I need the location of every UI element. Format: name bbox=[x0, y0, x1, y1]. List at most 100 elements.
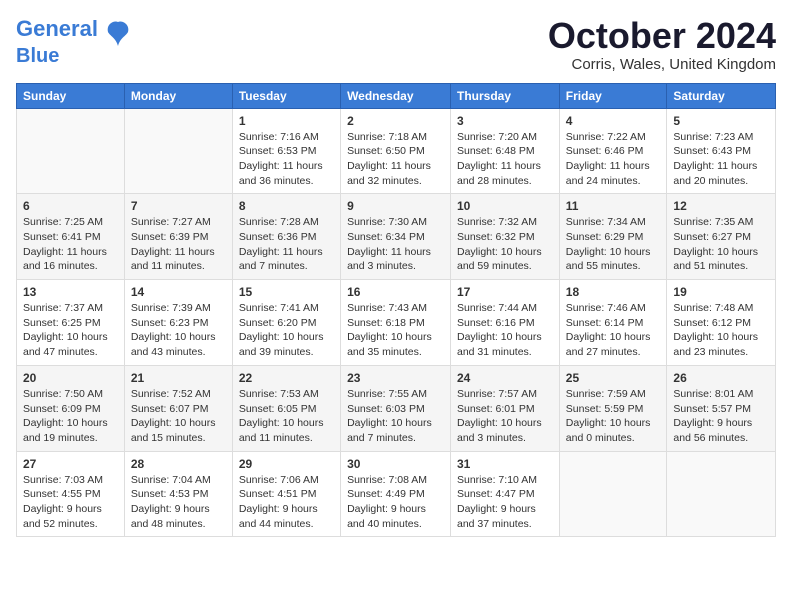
day-info: Sunrise: 8:01 AM Sunset: 5:57 PM Dayligh… bbox=[673, 387, 769, 446]
calendar-cell: 25 Sunrise: 7:59 AM Sunset: 5:59 PM Dayli… bbox=[559, 365, 667, 451]
day-number: 14 bbox=[131, 285, 226, 299]
day-info: Sunrise: 7:28 AM Sunset: 6:36 PM Dayligh… bbox=[239, 215, 334, 274]
calendar-cell bbox=[124, 108, 232, 194]
day-number: 18 bbox=[566, 285, 661, 299]
day-number: 16 bbox=[347, 285, 444, 299]
day-number: 29 bbox=[239, 457, 334, 471]
day-info: Sunrise: 7:37 AM Sunset: 6:25 PM Dayligh… bbox=[23, 301, 118, 360]
title-block: October 2024 Corris, Wales, United Kingd… bbox=[548, 16, 776, 73]
calendar-cell: 6Sunrise: 7:25 AM Sunset: 6:41 PM Daylig… bbox=[17, 194, 125, 280]
calendar-cell: 16Sunrise: 7:43 AM Sunset: 6:18 PM Dayli… bbox=[341, 280, 451, 366]
day-info: Sunrise: 7:50 AM Sunset: 6:09 PM Dayligh… bbox=[23, 387, 118, 446]
calendar-week-row: 13Sunrise: 7:37 AM Sunset: 6:25 PM Dayli… bbox=[17, 280, 776, 366]
calendar-cell: 21 Sunrise: 7:52 AM Sunset: 6:07 PM Dayli… bbox=[124, 365, 232, 451]
day-info: Sunrise: 7:30 AM Sunset: 6:34 PM Dayligh… bbox=[347, 215, 444, 274]
day-number: 4 bbox=[566, 114, 661, 128]
calendar-cell: 14 Sunrise: 7:39 AM Sunset: 6:23 PM Dayli… bbox=[124, 280, 232, 366]
calendar-week-row: 20 Sunrise: 7:50 AM Sunset: 6:09 PM Dayli… bbox=[17, 365, 776, 451]
calendar-week-row: 6Sunrise: 7:25 AM Sunset: 6:41 PM Daylig… bbox=[17, 194, 776, 280]
logo-blue: Blue bbox=[16, 45, 59, 67]
day-info: Sunrise: 7:44 AM Sunset: 6:16 PM Dayligh… bbox=[457, 301, 553, 360]
day-number: 19 bbox=[673, 285, 769, 299]
calendar-cell: 1 Sunrise: 7:16 AM Sunset: 6:53 PM Daylig… bbox=[232, 108, 340, 194]
day-info: Sunrise: 7:10 AM Sunset: 4:47 PM Dayligh… bbox=[457, 473, 553, 532]
day-info: Sunrise: 7:08 AM Sunset: 4:49 PM Dayligh… bbox=[347, 473, 444, 532]
header-sunday: Sunday bbox=[17, 83, 125, 108]
logo-general: General bbox=[16, 16, 98, 41]
day-info: Sunrise: 7:53 AM Sunset: 6:05 PM Dayligh… bbox=[239, 387, 334, 446]
calendar-cell: 3 Sunrise: 7:20 AM Sunset: 6:48 PM Daylig… bbox=[451, 108, 560, 194]
logo: General Blue bbox=[16, 16, 134, 68]
calendar-table: SundayMondayTuesdayWednesdayThursdayFrid… bbox=[16, 83, 776, 538]
location: Corris, Wales, United Kingdom bbox=[548, 56, 776, 73]
calendar-cell: 29 Sunrise: 7:06 AM Sunset: 4:51 PM Dayli… bbox=[232, 451, 340, 537]
day-info: Sunrise: 7:55 AM Sunset: 6:03 PM Dayligh… bbox=[347, 387, 444, 446]
calendar-header-row: SundayMondayTuesdayWednesdayThursdayFrid… bbox=[17, 83, 776, 108]
day-info: Sunrise: 7:41 AM Sunset: 6:20 PM Dayligh… bbox=[239, 301, 334, 360]
calendar-cell: 28 Sunrise: 7:04 AM Sunset: 4:53 PM Dayli… bbox=[124, 451, 232, 537]
day-info: Sunrise: 7:16 AM Sunset: 6:53 PM Dayligh… bbox=[239, 130, 334, 189]
calendar-week-row: 1 Sunrise: 7:16 AM Sunset: 6:53 PM Daylig… bbox=[17, 108, 776, 194]
calendar-cell: 10 Sunrise: 7:32 AM Sunset: 6:32 PM Dayli… bbox=[451, 194, 560, 280]
logo-bird-icon bbox=[102, 18, 134, 57]
day-info: Sunrise: 7:03 AM Sunset: 4:55 PM Dayligh… bbox=[23, 473, 118, 532]
month-title: October 2024 bbox=[548, 16, 776, 56]
day-number: 17 bbox=[457, 285, 553, 299]
day-number: 7 bbox=[131, 199, 226, 213]
day-number: 9 bbox=[347, 199, 444, 213]
day-number: 2 bbox=[347, 114, 444, 128]
calendar-cell: 24Sunrise: 7:57 AM Sunset: 6:01 PM Dayli… bbox=[451, 365, 560, 451]
day-info: Sunrise: 7:20 AM Sunset: 6:48 PM Dayligh… bbox=[457, 130, 553, 189]
calendar-cell bbox=[559, 451, 667, 537]
day-number: 12 bbox=[673, 199, 769, 213]
day-info: Sunrise: 7:06 AM Sunset: 4:51 PM Dayligh… bbox=[239, 473, 334, 532]
calendar-cell bbox=[667, 451, 776, 537]
day-number: 11 bbox=[566, 199, 661, 213]
day-number: 15 bbox=[239, 285, 334, 299]
calendar-cell: 22 Sunrise: 7:53 AM Sunset: 6:05 PM Dayli… bbox=[232, 365, 340, 451]
calendar-cell: 5Sunrise: 7:23 AM Sunset: 6:43 PM Daylig… bbox=[667, 108, 776, 194]
header-thursday: Thursday bbox=[451, 83, 560, 108]
header-saturday: Saturday bbox=[667, 83, 776, 108]
day-number: 1 bbox=[239, 114, 334, 128]
day-number: 8 bbox=[239, 199, 334, 213]
day-number: 25 bbox=[566, 371, 661, 385]
day-number: 23 bbox=[347, 371, 444, 385]
calendar-cell: 30 Sunrise: 7:08 AM Sunset: 4:49 PM Dayli… bbox=[341, 451, 451, 537]
calendar-cell: 26 Sunrise: 8:01 AM Sunset: 5:57 PM Dayli… bbox=[667, 365, 776, 451]
calendar-week-row: 27 Sunrise: 7:03 AM Sunset: 4:55 PM Dayli… bbox=[17, 451, 776, 537]
day-number: 20 bbox=[23, 371, 118, 385]
day-info: Sunrise: 7:18 AM Sunset: 6:50 PM Dayligh… bbox=[347, 130, 444, 189]
calendar-cell: 8 Sunrise: 7:28 AM Sunset: 6:36 PM Daylig… bbox=[232, 194, 340, 280]
calendar-cell: 19Sunrise: 7:48 AM Sunset: 6:12 PM Dayli… bbox=[667, 280, 776, 366]
day-number: 27 bbox=[23, 457, 118, 471]
day-number: 26 bbox=[673, 371, 769, 385]
calendar-cell: 18Sunrise: 7:46 AM Sunset: 6:14 PM Dayli… bbox=[559, 280, 667, 366]
calendar-cell: 17 Sunrise: 7:44 AM Sunset: 6:16 PM Dayli… bbox=[451, 280, 560, 366]
calendar-cell: 4 Sunrise: 7:22 AM Sunset: 6:46 PM Daylig… bbox=[559, 108, 667, 194]
calendar-cell bbox=[17, 108, 125, 194]
page-header: General Blue October 2024 Corris, Wales,… bbox=[16, 16, 776, 73]
day-info: Sunrise: 7:27 AM Sunset: 6:39 PM Dayligh… bbox=[131, 215, 226, 274]
calendar-cell: 7 Sunrise: 7:27 AM Sunset: 6:39 PM Daylig… bbox=[124, 194, 232, 280]
day-info: Sunrise: 7:22 AM Sunset: 6:46 PM Dayligh… bbox=[566, 130, 661, 189]
day-number: 22 bbox=[239, 371, 334, 385]
day-info: Sunrise: 7:04 AM Sunset: 4:53 PM Dayligh… bbox=[131, 473, 226, 532]
calendar-cell: 31 Sunrise: 7:10 AM Sunset: 4:47 PM Dayli… bbox=[451, 451, 560, 537]
calendar-cell: 13Sunrise: 7:37 AM Sunset: 6:25 PM Dayli… bbox=[17, 280, 125, 366]
day-number: 28 bbox=[131, 457, 226, 471]
day-number: 10 bbox=[457, 199, 553, 213]
calendar-cell: 20 Sunrise: 7:50 AM Sunset: 6:09 PM Dayli… bbox=[17, 365, 125, 451]
day-info: Sunrise: 7:39 AM Sunset: 6:23 PM Dayligh… bbox=[131, 301, 226, 360]
day-number: 3 bbox=[457, 114, 553, 128]
day-number: 21 bbox=[131, 371, 226, 385]
day-info: Sunrise: 7:59 AM Sunset: 5:59 PM Dayligh… bbox=[566, 387, 661, 446]
day-number: 30 bbox=[347, 457, 444, 471]
day-number: 24 bbox=[457, 371, 553, 385]
header-wednesday: Wednesday bbox=[341, 83, 451, 108]
day-info: Sunrise: 7:52 AM Sunset: 6:07 PM Dayligh… bbox=[131, 387, 226, 446]
day-info: Sunrise: 7:32 AM Sunset: 6:32 PM Dayligh… bbox=[457, 215, 553, 274]
calendar-cell: 12Sunrise: 7:35 AM Sunset: 6:27 PM Dayli… bbox=[667, 194, 776, 280]
header-friday: Friday bbox=[559, 83, 667, 108]
day-number: 31 bbox=[457, 457, 553, 471]
